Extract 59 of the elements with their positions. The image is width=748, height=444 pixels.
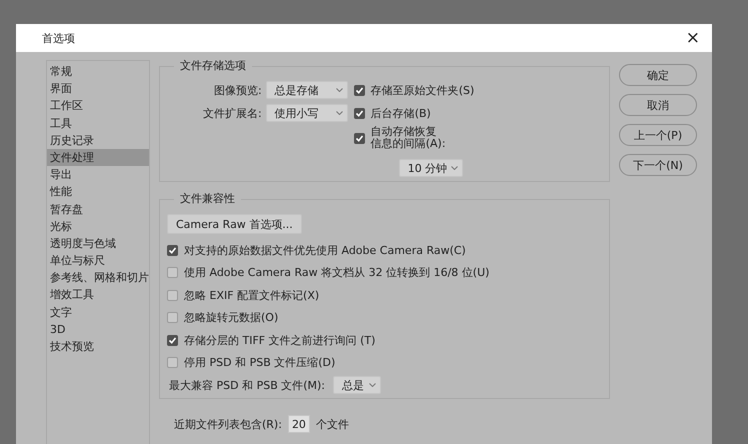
caret-icon — [369, 383, 376, 387]
sidebar-item[interactable]: 性能 — [47, 183, 149, 200]
sidebar-item[interactable]: 暂存盘 — [47, 200, 149, 218]
checkbox-label: 对支持的原始数据文件优先使用 Adobe Camera Raw(C) — [184, 242, 466, 258]
checkbox[interactable] — [354, 108, 365, 118]
sidebar-item[interactable]: 单位与标尺 — [47, 252, 149, 270]
checkbox[interactable] — [167, 290, 178, 301]
dropdown[interactable]: 总是存储 — [266, 81, 348, 99]
sidebar-item[interactable]: 工具 — [47, 114, 149, 132]
field-label: 文件扩展名: — [203, 106, 262, 120]
sidebar-item[interactable]: 参考线、网格和切片 — [47, 269, 149, 286]
checkbox[interactable] — [354, 132, 365, 144]
checkbox-label: 后台存储(B) — [370, 106, 431, 120]
dropdown[interactable]: 总是 — [333, 376, 382, 394]
dialog-button[interactable]: 确定 — [619, 64, 697, 86]
sidebar-item[interactable]: 3D — [47, 320, 149, 338]
checkbox-label: 存储至原始文件夹(S) — [370, 82, 474, 98]
sidebar-item[interactable]: 透明度与色域 — [47, 234, 149, 252]
window-title: 首选项 — [42, 30, 75, 46]
sidebar-item[interactable]: 导出 — [47, 166, 149, 184]
dialog-button[interactable]: 上一个(P) — [619, 124, 697, 146]
checkbox-label: 停用 PSD 和 PSB 文件压缩(D) — [184, 355, 336, 370]
checkbox-label: 存储分层的 TIFF 文件之前进行询问 (T) — [184, 332, 376, 348]
sidebar-item[interactable]: 历史记录 — [47, 132, 149, 149]
sidebar-item[interactable]: 文件处理 — [47, 148, 149, 166]
field-label: 最大兼容 PSD 和 PSB 文件(M): — [169, 378, 326, 392]
checkbox[interactable] — [167, 267, 178, 278]
checkbox[interactable] — [167, 357, 178, 368]
dialog-button[interactable]: 取消 — [619, 94, 697, 116]
checkbox[interactable] — [167, 334, 178, 346]
caret-icon — [336, 111, 343, 115]
checkbox-label: 忽略 EXIF 配置文件标记(X) — [184, 288, 320, 303]
unit-label: 个文件 — [316, 416, 349, 432]
checkbox-label: 使用 Adobe Camera Raw 将文档从 32 位转换到 16/8 位(U) — [184, 265, 490, 280]
caret-icon — [336, 88, 343, 92]
sidebar-item[interactable]: 常规 — [47, 63, 149, 80]
dialog-button[interactable]: 下一个(N) — [619, 154, 697, 176]
sidebar-item[interactable]: 技术预览 — [47, 338, 149, 356]
sidebar-item[interactable]: 光标 — [47, 218, 149, 235]
sidebar-item[interactable]: 工作区 — [47, 97, 149, 115]
checkbox-label: 自动存储恢复 — [370, 126, 438, 138]
sidebar-item[interactable]: 界面 — [47, 80, 149, 98]
field-label: 图像预览: — [214, 82, 262, 98]
dropdown[interactable]: 使用小写 — [266, 104, 348, 122]
sidebar-item[interactable]: 文字 — [47, 304, 149, 321]
group-title: 文件兼容性 — [174, 192, 241, 206]
camera-raw-button[interactable]: Camera Raw 首选项... — [167, 214, 302, 234]
dropdown[interactable]: 10 分钟 — [398, 159, 463, 177]
checkbox[interactable] — [167, 312, 178, 324]
input-field[interactable]: 20 — [288, 415, 310, 433]
field-label: 近期文件列表包含(R): — [174, 416, 282, 432]
group-title: 文件存储选项 — [174, 59, 252, 73]
sidebar-item[interactable]: 增效工具 — [47, 286, 149, 304]
close-button[interactable]: × — [682, 30, 704, 46]
checkbox[interactable] — [167, 244, 178, 256]
checkbox-label: 忽略旋转元数据(O) — [184, 310, 278, 326]
checkbox[interactable] — [354, 84, 365, 96]
caret-icon — [450, 166, 458, 170]
checkbox-label: 信息的间隔(A): — [370, 138, 446, 150]
